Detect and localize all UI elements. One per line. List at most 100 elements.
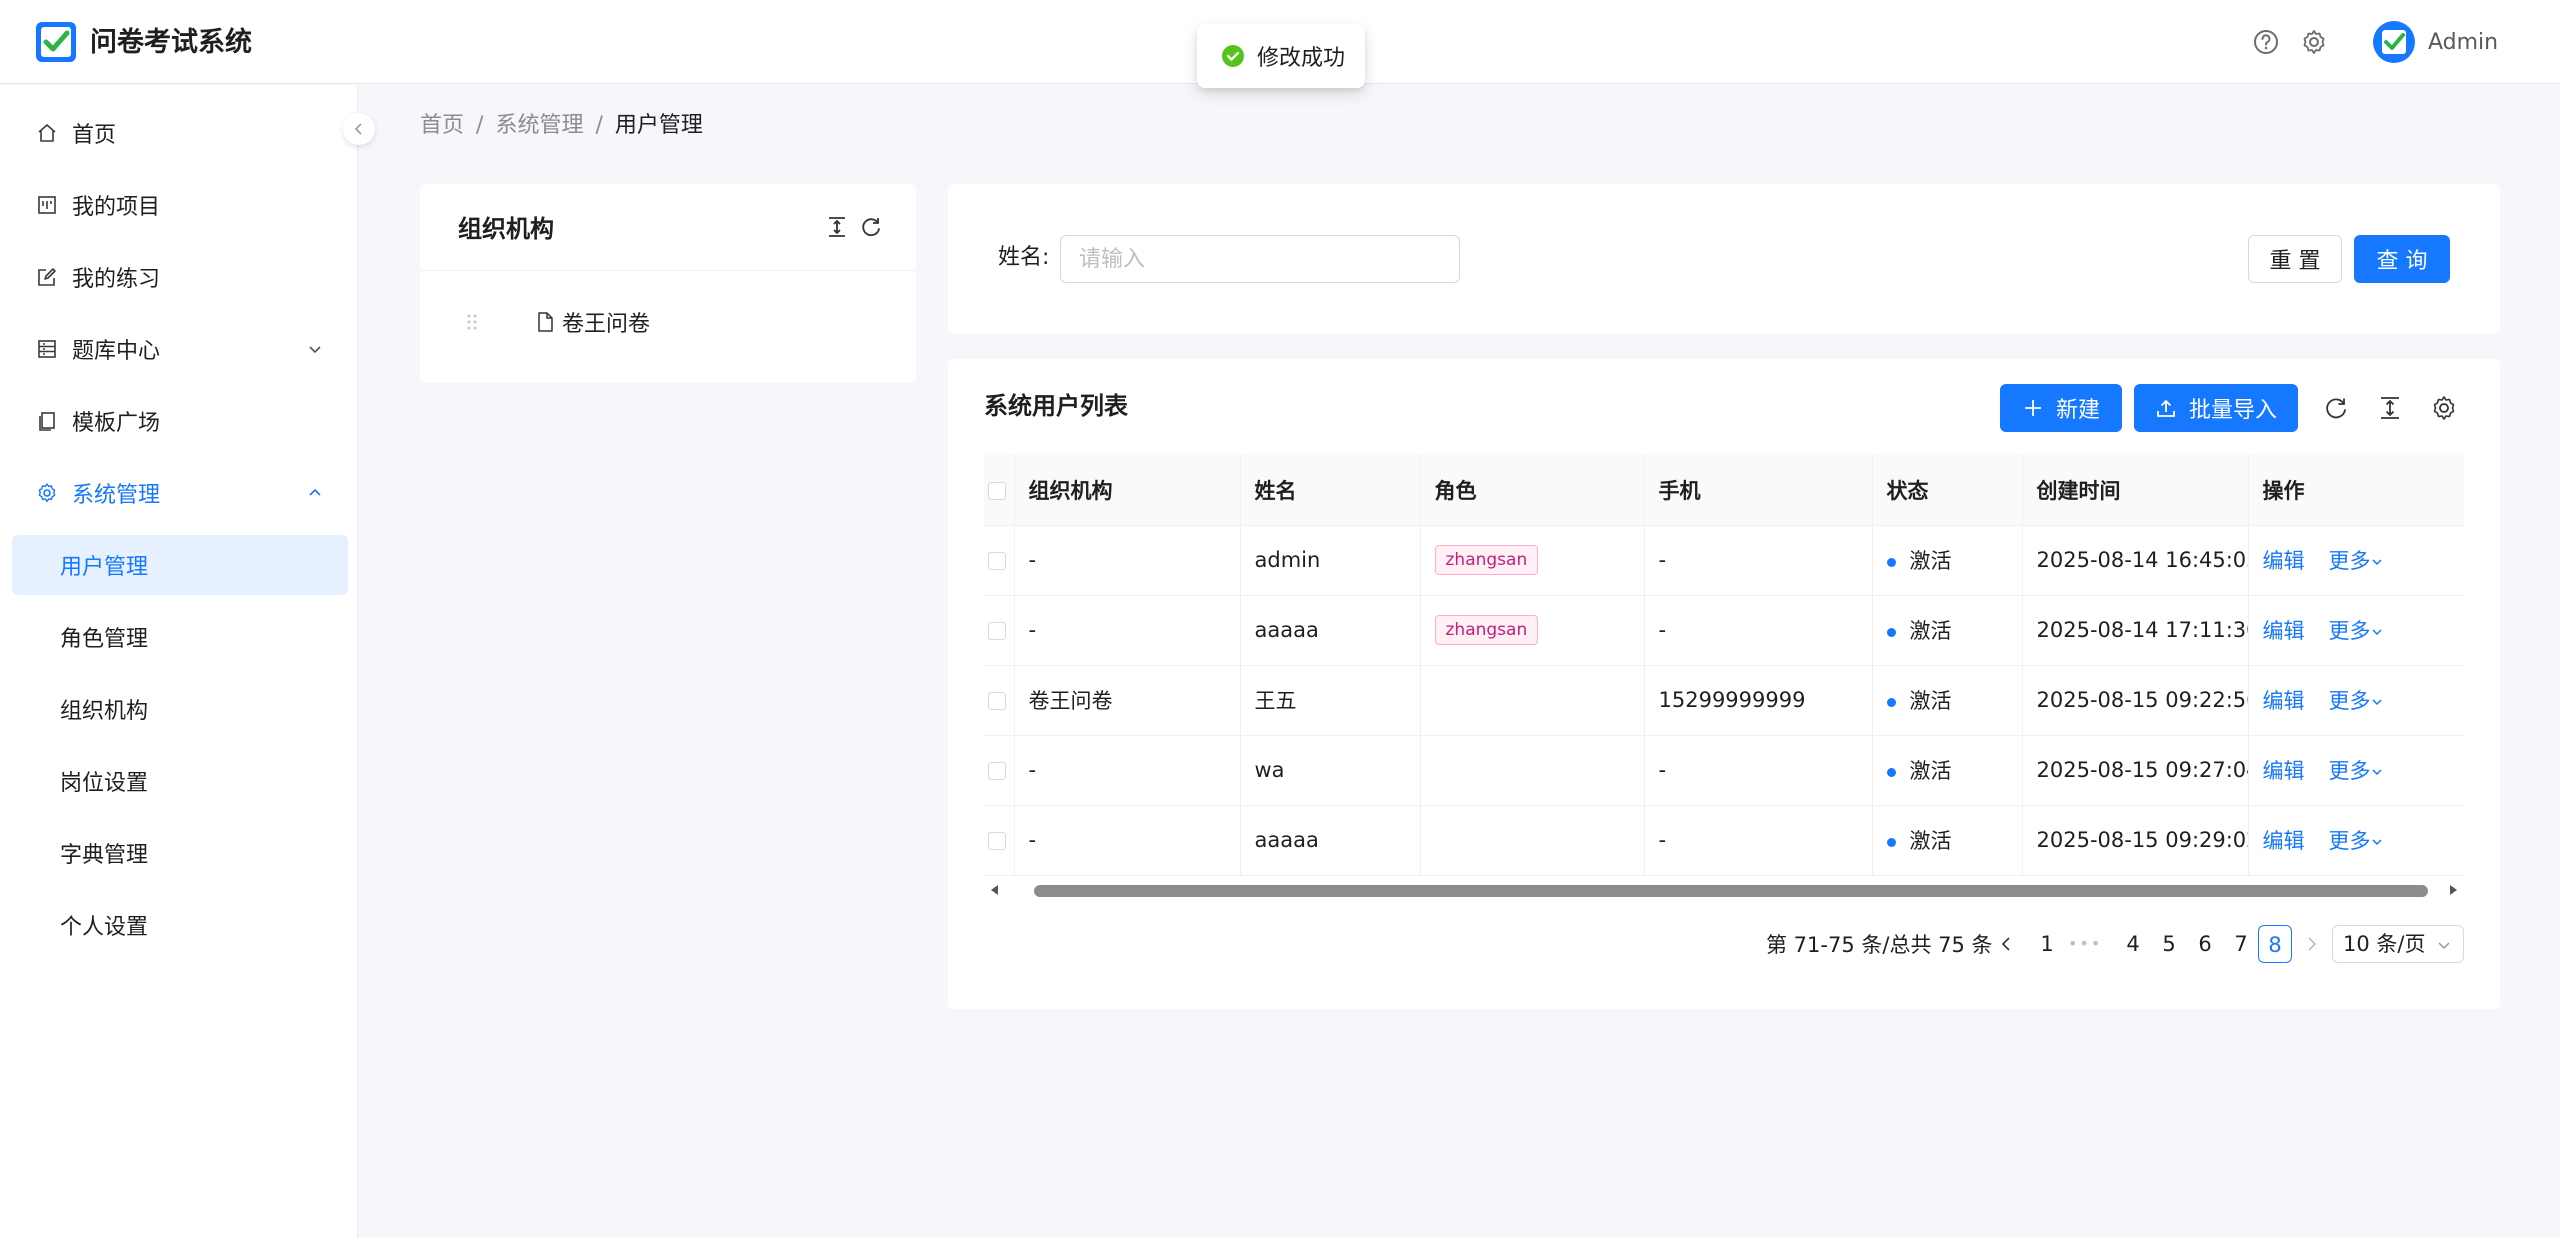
sidebar-subitem-organization[interactable]: 组织机构 — [12, 679, 348, 739]
sidebar-subitem-user-management[interactable]: 用户管理 — [12, 535, 348, 595]
page-6[interactable]: 6 — [2188, 925, 2222, 963]
page-size-select[interactable]: 10 条/页 — [2332, 925, 2464, 963]
sidebar-subitem-role-management[interactable]: 角色管理 — [12, 607, 348, 667]
cell-actions: 编辑 更多 — [2248, 805, 2464, 876]
user-name[interactable]: Admin — [2428, 28, 2498, 58]
more-dropdown[interactable]: 更多 — [2329, 759, 2383, 783]
status-text: 激活 — [1909, 829, 1952, 853]
column-height-icon[interactable] — [2376, 394, 2404, 422]
cell-actions: 编辑 更多 — [2248, 525, 2464, 596]
more-dropdown[interactable]: 更多 — [2329, 829, 2383, 853]
table-row: - wa - 激活 2025-08-15 09:27:04 编辑 更多 — [984, 735, 2464, 806]
page-7[interactable]: 7 — [2224, 925, 2258, 963]
edit-link[interactable]: 编辑 — [2263, 549, 2305, 573]
select-all-checkbox[interactable] — [984, 455, 1015, 526]
batch-import-button[interactable]: 批量导入 — [2134, 384, 2298, 432]
name-search-input[interactable] — [1060, 235, 1460, 283]
more-dropdown[interactable]: 更多 — [2329, 549, 2383, 573]
page-5[interactable]: 5 — [2152, 925, 2186, 963]
sidebar-item-label: 模板广场 — [72, 411, 161, 436]
sidebar-item-label: 字典管理 — [60, 843, 149, 868]
breadcrumb-system[interactable]: 系统管理 — [495, 113, 583, 138]
sidebar-item-question-bank[interactable]: 题库中心 — [12, 319, 348, 379]
status-dot — [1886, 557, 1896, 567]
sidebar-item-label: 角色管理 — [60, 627, 149, 652]
page-8[interactable]: 8 — [2258, 925, 2292, 963]
cell-phone: - — [1644, 735, 1873, 806]
table-row: - aaaaa - 激活 2025-08-15 09:29:02 编辑 更多 — [984, 805, 2464, 876]
edit-link[interactable]: 编辑 — [2263, 759, 2305, 783]
edit-link[interactable]: 编辑 — [2263, 689, 2305, 713]
sidebar-item-practice[interactable]: 我的练习 — [12, 247, 348, 307]
settings-icon[interactable] — [2430, 394, 2458, 422]
cell-role — [1420, 665, 1645, 736]
row-checkbox[interactable] — [984, 595, 1015, 666]
sidebar-subitem-personal-settings[interactable]: 个人设置 — [12, 895, 348, 955]
cell-name: aaaaa — [1240, 595, 1421, 666]
org-panel-title: 组织机构 — [458, 215, 554, 243]
cell-org: - — [1014, 525, 1241, 596]
sidebar-item-templates[interactable]: 模板广场 — [12, 391, 348, 451]
prev-page-icon[interactable] — [1998, 935, 2016, 953]
reload-icon[interactable] — [858, 214, 884, 240]
row-checkbox[interactable] — [984, 735, 1015, 806]
horizontal-scrollbar[interactable] — [984, 879, 2464, 897]
scroll-right-icon[interactable] — [2446, 883, 2460, 897]
help-icon[interactable] — [2252, 28, 2280, 56]
status-dot — [1886, 627, 1896, 637]
drag-handle-icon[interactable] — [464, 310, 480, 334]
sidebar-item-system[interactable]: 系统管理 — [12, 463, 348, 523]
tree-node[interactable]: 卷王问卷 — [464, 306, 650, 338]
breadcrumb-home[interactable]: 首页 — [420, 113, 464, 138]
scroll-left-icon[interactable] — [988, 883, 1002, 897]
sidebar-subitem-positions[interactable]: 岗位设置 — [12, 751, 348, 811]
row-checkbox[interactable] — [984, 665, 1015, 736]
reload-icon[interactable] — [2322, 394, 2350, 422]
scrollbar-thumb[interactable] — [1034, 885, 2428, 897]
sidebar-subitem-dictionary[interactable]: 字典管理 — [12, 823, 348, 883]
column-height-icon[interactable] — [824, 214, 850, 240]
cell-status: 激活 — [1872, 665, 2023, 736]
app-logo-icon — [36, 22, 76, 62]
reset-button[interactable]: 重 置 — [2248, 235, 2342, 283]
row-checkbox[interactable] — [984, 525, 1015, 596]
page-4[interactable]: 4 — [2116, 925, 2150, 963]
cell-phone: - — [1644, 525, 1873, 596]
chevron-down-icon — [2371, 699, 2382, 706]
sidebar-item-projects[interactable]: 我的项目 — [12, 175, 348, 235]
column-header: 手机 — [1644, 455, 1873, 526]
sidebar-collapse-button[interactable] — [343, 113, 375, 145]
table-header-row: 组织机构 姓名 角色 手机 状态 创建时间 操作 — [984, 455, 2464, 526]
cell-role: zhangsan — [1420, 525, 1645, 596]
cell-name: aaaaa — [1240, 805, 1421, 876]
page-1[interactable]: 1 — [2030, 925, 2064, 963]
sidebar-item-label: 岗位设置 — [60, 771, 149, 796]
edit-link[interactable]: 编辑 — [2263, 829, 2305, 853]
cell-phone: 15299999999 — [1644, 665, 1873, 736]
sidebar-item-label: 我的项目 — [72, 195, 161, 220]
status-dot — [1886, 767, 1896, 777]
breadcrumb-current: 用户管理 — [614, 113, 703, 138]
settings-icon[interactable] — [2300, 28, 2328, 56]
row-checkbox[interactable] — [984, 805, 1015, 876]
more-dropdown[interactable]: 更多 — [2329, 619, 2383, 643]
gear-icon — [38, 483, 56, 503]
column-header: 姓名 — [1240, 455, 1421, 526]
batch-import-label: 批量导入 — [2188, 398, 2277, 423]
upload-icon — [2157, 399, 2175, 417]
role-tag: zhangsan — [1434, 615, 1539, 645]
page-ellipsis[interactable]: ••• — [2068, 925, 2102, 963]
success-toast: 修改成功 — [1197, 24, 1365, 88]
new-user-button[interactable]: 新建 — [2000, 384, 2122, 432]
more-dropdown[interactable]: 更多 — [2329, 689, 2383, 713]
plus-icon — [2024, 400, 2041, 416]
next-page-icon[interactable] — [2302, 935, 2320, 953]
app-title: 问卷考试系统 — [90, 27, 252, 58]
query-button[interactable]: 查 询 — [2354, 235, 2450, 283]
cell-created: 2025-08-15 09:29:02 — [2022, 805, 2249, 876]
cell-role — [1420, 805, 1645, 876]
sidebar-item-home[interactable]: 首页 — [12, 103, 348, 163]
cell-status: 激活 — [1872, 525, 2023, 596]
edit-link[interactable]: 编辑 — [2263, 619, 2305, 643]
avatar[interactable] — [2372, 20, 2416, 64]
